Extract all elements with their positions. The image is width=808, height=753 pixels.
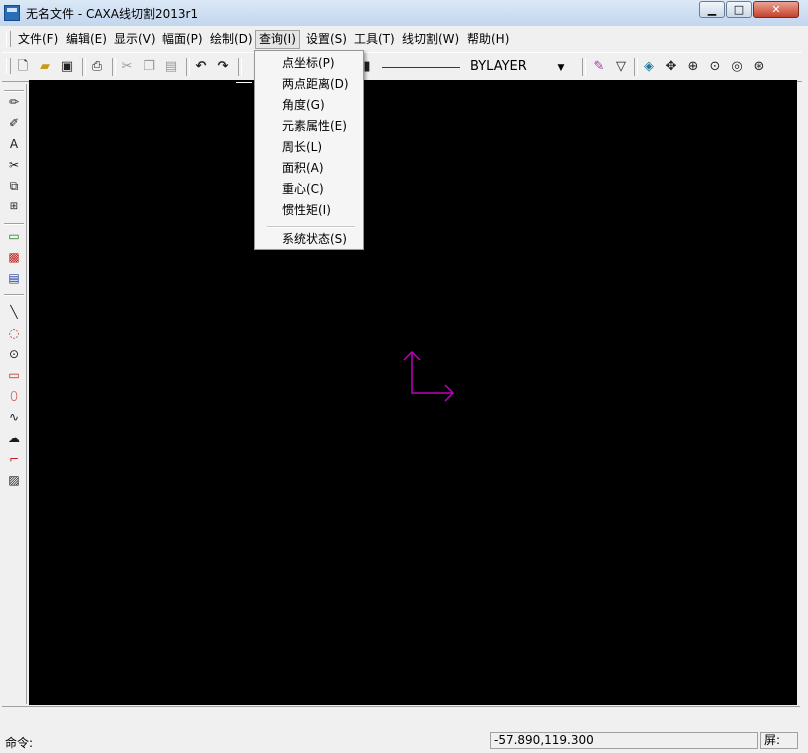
standard-toolbar: 🗋 ▰ ▣ ⎙ ✂ ❐ ▤ ↶ ↷ ▮ BYLAYER ▼ ✎ ▽ ◈ ✥ ⊕ … xyxy=(2,52,802,82)
menu-edit[interactable]: 编辑(E) xyxy=(63,31,110,48)
menubar-grip[interactable] xyxy=(6,31,11,47)
canvas-marker xyxy=(236,82,252,83)
redo-icon[interactable]: ↷ xyxy=(214,58,232,76)
title-bar: 无名文件 - CAXA线切割2013r1 ▁ □ ✕ xyxy=(0,0,808,26)
paste-icon[interactable]: ▤ xyxy=(162,58,180,76)
code-gen-icon[interactable]: ▤ xyxy=(5,269,23,287)
toolbar-separator xyxy=(186,58,190,76)
toolbar-separator xyxy=(4,294,24,296)
copy-icon[interactable]: ❐ xyxy=(140,58,158,76)
print-icon[interactable]: ⎙ xyxy=(88,58,106,76)
menu-format[interactable]: 幅面(P) xyxy=(159,31,206,48)
coordinate-readout: -57.890,119.300 xyxy=(490,732,758,749)
open-folder-icon[interactable]: ▰ xyxy=(36,58,54,76)
toolbar-separator xyxy=(4,223,24,225)
dimension-icon[interactable]: A xyxy=(5,135,23,153)
menu-item-system-status[interactable]: 系统状态(S) xyxy=(282,230,347,248)
polyline-icon[interactable]: ⌐ xyxy=(5,450,23,468)
brush-icon[interactable]: ✎ xyxy=(590,58,608,76)
ellipse-icon[interactable]: ⬯ xyxy=(5,387,23,405)
trim-icon[interactable]: ✂ xyxy=(5,156,23,174)
zoom-previous-icon[interactable]: ⊛ xyxy=(750,58,768,76)
zoom-dynamic-icon[interactable]: ⊕ xyxy=(684,58,702,76)
toolbar-separator xyxy=(238,58,242,76)
menu-item-point-coordinates[interactable]: 点坐标(P) xyxy=(282,54,335,72)
save-icon[interactable]: ▣ xyxy=(58,58,76,76)
command-input-bar[interactable] xyxy=(2,706,800,731)
undo-icon[interactable]: ↶ xyxy=(192,58,210,76)
menu-item-moment-of-inertia[interactable]: 惯性矩(I) xyxy=(282,201,331,219)
menu-settings[interactable]: 设置(S) xyxy=(303,31,350,48)
coordinate-axis-icon xyxy=(403,350,455,402)
menu-file[interactable]: 文件(F) xyxy=(15,31,61,48)
drawing-canvas[interactable] xyxy=(29,80,797,705)
menu-item-angle[interactable]: 角度(G) xyxy=(282,96,325,114)
toolbar-separator xyxy=(82,58,86,76)
line-icon[interactable]: ╲ xyxy=(5,303,23,321)
new-file-icon[interactable]: 🗋 xyxy=(14,58,32,76)
menu-query[interactable]: 查询(I) xyxy=(255,30,300,49)
menu-help[interactable]: 帮助(H) xyxy=(464,31,512,48)
rectangle-icon[interactable]: ▭ xyxy=(5,366,23,384)
maximize-button[interactable]: □ xyxy=(726,1,752,18)
app-icon[interactable] xyxy=(4,5,20,21)
menu-wirecut[interactable]: 线切割(W) xyxy=(399,31,462,48)
menu-bar: 文件(F) 编辑(E) 显示(V) 幅面(P) 绘制(D) 查询(I) 设置(S… xyxy=(2,28,802,50)
query-menu-dropdown: 点坐标(P) 两点距离(D) 角度(G) 元素属性(E) 周长(L) 面积(A)… xyxy=(254,50,364,250)
toolbar-separator xyxy=(4,90,24,92)
close-button[interactable]: ✕ xyxy=(753,1,799,18)
curve-edit-icon[interactable]: ✐ xyxy=(5,114,23,132)
toolbar-separator xyxy=(634,58,638,76)
hatch-icon[interactable]: ▨ xyxy=(5,471,23,489)
line-style-sample xyxy=(382,67,460,68)
menu-separator xyxy=(267,226,355,228)
cloud-icon[interactable]: ☁ xyxy=(5,429,23,447)
circle-icon[interactable]: ⊙ xyxy=(5,345,23,363)
menu-item-distance[interactable]: 两点距离(D) xyxy=(282,75,349,93)
pencil-icon[interactable]: ✏ xyxy=(5,93,23,111)
menu-item-area[interactable]: 面积(A) xyxy=(282,159,324,177)
menu-item-element-properties[interactable]: 元素属性(E) xyxy=(282,117,347,135)
screen-point-toggle[interactable]: 屏: xyxy=(760,732,798,749)
status-bar: 命令: -57.890,119.300 屏: xyxy=(2,731,800,751)
block-icon[interactable]: ⧉ xyxy=(5,177,23,195)
menu-item-centroid[interactable]: 重心(C) xyxy=(282,180,324,198)
pan-icon[interactable]: ✥ xyxy=(662,58,680,76)
spline-icon[interactable]: ∿ xyxy=(5,408,23,426)
layer-select[interactable]: BYLAYER xyxy=(470,59,527,75)
zoom-window-icon[interactable]: ⊙ xyxy=(706,58,724,76)
menu-draw[interactable]: 绘制(D) xyxy=(207,31,256,48)
menu-view[interactable]: 显示(V) xyxy=(111,31,159,48)
zoom-all-icon[interactable]: ◎ xyxy=(728,58,746,76)
circle-center-icon[interactable]: ◌ xyxy=(5,324,23,342)
chevron-down-icon[interactable]: ▼ xyxy=(554,61,568,75)
drawing-toolbar: ✏ ✐ A ✂ ⧉ ⊞ ▭ ▩ ▤ ╲ ◌ ⊙ ▭ ⬯ ∿ ☁ ⌐ ▨ xyxy=(2,84,27,704)
window-title: 无名文件 - CAXA线切割2013r1 xyxy=(26,7,199,21)
library-icon[interactable]: ⊞ xyxy=(5,198,23,216)
command-label: 命令: xyxy=(5,736,34,750)
toolbar-separator xyxy=(112,58,116,76)
track-icon[interactable]: ▭ xyxy=(5,227,23,245)
cut-path-icon[interactable]: ▩ xyxy=(5,248,23,266)
cut-icon[interactable]: ✂ xyxy=(118,58,136,76)
menu-item-perimeter[interactable]: 周长(L) xyxy=(282,138,322,156)
toolbar-grip[interactable] xyxy=(6,58,11,74)
minimize-button[interactable]: ▁ xyxy=(699,1,725,18)
filter-icon[interactable]: ▽ xyxy=(612,58,630,76)
redraw-icon[interactable]: ◈ xyxy=(640,58,658,76)
toolbar-separator xyxy=(582,58,586,76)
menu-tools[interactable]: 工具(T) xyxy=(351,31,398,48)
